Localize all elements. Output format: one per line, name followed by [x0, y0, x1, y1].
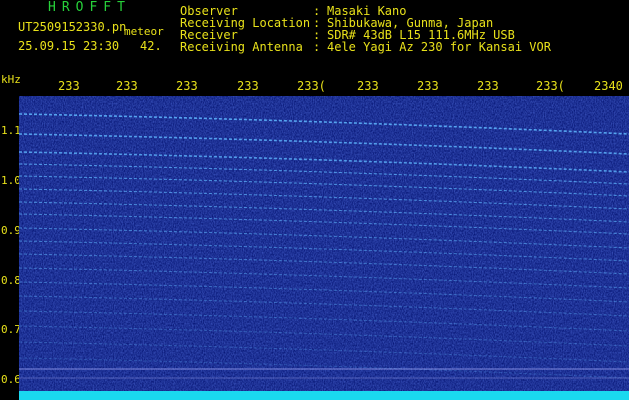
freq-unit: kHz [1, 73, 21, 86]
time-tick: 233 [58, 79, 80, 93]
freq-tick: 0.8 [1, 274, 21, 287]
time-tick: 233( [297, 79, 326, 93]
file-name: UT2509152330.pn [18, 20, 127, 34]
file-name-suffix: meteor [124, 25, 164, 38]
time-tick: 2340 [594, 79, 623, 93]
time-tick: 233( [536, 79, 565, 93]
time-tick: 233 [477, 79, 499, 93]
freq-tick: 0.6 [1, 373, 21, 386]
date-time: 25.09.15 23:30 [18, 39, 120, 53]
time-tick: 233 [417, 79, 439, 93]
time-tick: 233 [357, 79, 379, 93]
freq-tick: 0.7 [1, 323, 21, 336]
freq-tick: 1.1 [1, 124, 21, 137]
app-title: HROFFT [48, 0, 131, 15]
info-row-antenna: Receiving Antenna:4ele Yagi Az 230 for K… [180, 40, 551, 54]
meteor-count: 42. [140, 39, 162, 53]
freq-tick: 0.9 [1, 224, 21, 237]
time-axis: 233 233 233 233 233( 233 233 233 233( 23… [0, 78, 629, 96]
header: HROFFT UT2509152330.pn meteor 25.09.15 2… [0, 0, 629, 78]
time-tick: 233 [116, 79, 138, 93]
time-tick: 233 [176, 79, 198, 93]
info-label: Receiving Antenna [180, 40, 303, 54]
freq-tick: 1.0 [1, 174, 21, 187]
spectrogram [19, 96, 629, 391]
info-value: 4ele Yagi Az 230 for Kansai VOR [327, 40, 551, 54]
time-tick: 233 [237, 79, 259, 93]
bottom-level-bar [19, 391, 629, 400]
